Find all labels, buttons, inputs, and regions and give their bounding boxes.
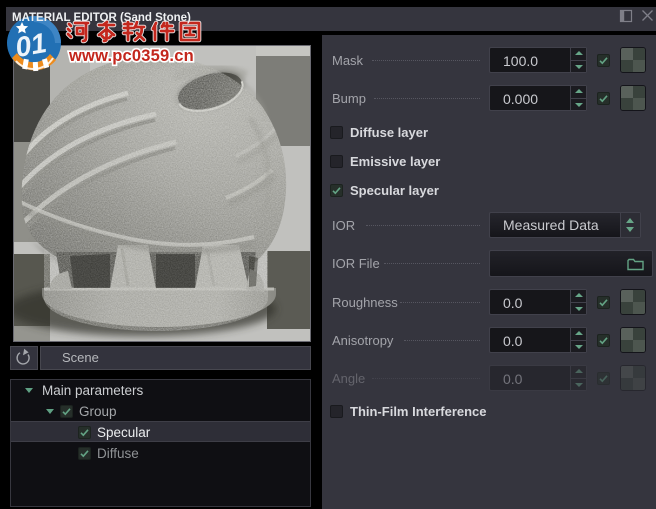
svg-text:www.pc0359.cn: www.pc0359.cn [68,47,194,65]
svg-text:01: 01 [13,27,49,63]
